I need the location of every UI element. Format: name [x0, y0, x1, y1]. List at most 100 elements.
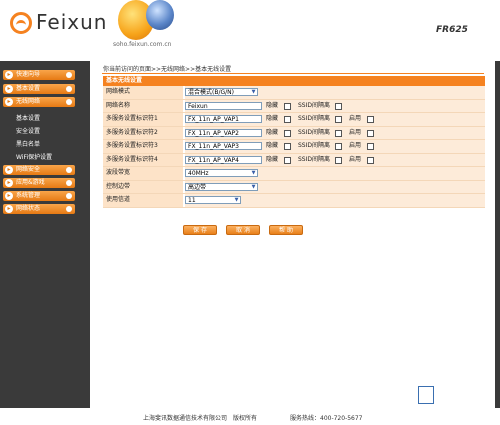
- sidebar-item-network-status[interactable]: ▸ 网络状态: [3, 204, 75, 214]
- hide-label: 隐藏: [266, 128, 279, 136]
- arrow-icon: ▸: [5, 192, 13, 200]
- divider: [102, 73, 484, 74]
- sidebar-item-apps-games[interactable]: ▸ 应用&游戏: [3, 178, 75, 188]
- sidebar-subitem-blacklist[interactable]: 黑白名单: [16, 139, 40, 148]
- vap4-input[interactable]: FX_11n_AP_VAP4: [185, 155, 262, 164]
- enable-label: 启用: [349, 155, 362, 163]
- circle-icon: [66, 167, 72, 173]
- vap3-input[interactable]: FX_11n_AP_VAP3: [185, 142, 262, 150]
- select-value: 混合模式(B/G/N): [188, 89, 234, 96]
- sidebar-subitem-wps[interactable]: WiFi保护设置: [16, 152, 52, 161]
- footer: 上海斐讯数据通信技术有限公司 版权所有 服务热线：400-720-5677: [0, 408, 500, 425]
- vap1-input[interactable]: FX_11n_AP_VAP1: [185, 115, 262, 123]
- chevron-down-icon: ▼: [233, 197, 240, 203]
- ssid-input[interactable]: Feixun: [185, 101, 262, 110]
- circle-icon: [66, 206, 72, 212]
- field-label: 使用信道: [103, 194, 183, 207]
- save-button[interactable]: 保 存: [183, 225, 217, 235]
- arrow-icon: ▸: [5, 179, 13, 187]
- row-bandwidth: 波段带宽 40MHz ▼: [103, 167, 485, 181]
- hide-checkbox[interactable]: [284, 129, 291, 137]
- enable-label: 启用: [349, 115, 362, 122]
- hide-checkbox[interactable]: [284, 116, 291, 123]
- sidebar-item-network-security[interactable]: ▸ 网络安全: [3, 165, 75, 175]
- cancel-button[interactable]: 取 消: [226, 225, 260, 235]
- hide-checkbox[interactable]: [284, 102, 291, 110]
- sidebar-item-label: 快速向导: [16, 71, 41, 78]
- arrow-icon: ▸: [5, 205, 13, 213]
- network-mode-select[interactable]: 混合模式(B/G/N) ▼: [185, 88, 258, 96]
- enable-checkbox[interactable]: [367, 129, 374, 137]
- field-value-cell: 高边带 ▼: [185, 180, 485, 193]
- chevron-down-icon: ▼: [250, 183, 257, 190]
- feixun-logo-icon: [10, 12, 32, 34]
- sidebar-subitem-security[interactable]: 安全设置: [16, 126, 40, 135]
- sidebar-item-wireless[interactable]: ▸ 无线网络: [3, 97, 75, 107]
- isolate-label: SSID间隔离: [298, 128, 331, 136]
- enable-label: 启用: [349, 128, 362, 136]
- sidebar: ▸ 快速向导 ▸ 基本设置 ▸ 无线网络 基本设置 安全设置 黑白名单 WiFi…: [0, 61, 78, 408]
- footer-hotline: 服务热线：400-720-5677: [290, 415, 363, 422]
- field-label: 多服务设置标识符4: [103, 153, 183, 166]
- footer-rights: 版权所有: [233, 415, 258, 422]
- panel-title: 基本无线设置: [103, 76, 485, 86]
- enable-label: 启用: [349, 142, 362, 149]
- isolate-checkbox[interactable]: [335, 143, 342, 150]
- isolate-checkbox[interactable]: [335, 129, 342, 137]
- site-url: soho.feixun.com.cn: [113, 41, 172, 48]
- watermark-line2: zol.com.cn: [438, 395, 486, 404]
- enable-checkbox[interactable]: [367, 143, 374, 150]
- help-button[interactable]: 帮 助: [269, 225, 303, 235]
- wireless-settings-panel: 基本无线设置 网络模式 混合模式(B/G/N) ▼ 网络名称 Feixun 隐藏…: [103, 76, 485, 208]
- circle-icon: [66, 86, 72, 92]
- hide-label: 隐藏: [266, 155, 279, 163]
- field-value-cell: FX_11n_AP_VAP4 隐藏 SSID间隔离 启用: [185, 153, 485, 166]
- isolate-checkbox[interactable]: [335, 116, 342, 123]
- row-vap3: 多服务设置标识符3 FX_11n_AP_VAP3 隐藏 SSID间隔离 启用: [103, 140, 485, 154]
- zol-watermark: 中关村在线 zol.com.cn: [418, 386, 494, 408]
- chevron-down-icon: ▼: [250, 89, 257, 95]
- arrow-icon: ▸: [5, 166, 13, 174]
- arrow-icon: ▸: [5, 71, 13, 79]
- sidebar-subitem-basic[interactable]: 基本设置: [16, 113, 40, 122]
- hide-label: 隐藏: [266, 115, 279, 122]
- select-value: 高边带: [188, 183, 207, 191]
- brand-logo-text: Feixun: [36, 10, 108, 34]
- zol-logo-icon: [418, 386, 434, 404]
- field-label: 多服务设置标识符2: [103, 126, 183, 139]
- bandwidth-select[interactable]: 40MHz ▼: [185, 169, 258, 177]
- isolate-checkbox[interactable]: [335, 102, 342, 110]
- sidebar-item-system-admin[interactable]: ▸ 系统管理: [3, 191, 75, 201]
- arrow-icon: ▸: [5, 98, 13, 106]
- enable-checkbox[interactable]: [367, 116, 374, 123]
- sidebar-item-quick-wizard[interactable]: ▸ 快速向导: [3, 70, 75, 80]
- isolate-label: SSID间隔离: [298, 155, 331, 163]
- sidebar-item-label: 网络安全: [16, 166, 41, 173]
- vap2-input[interactable]: FX_11n_AP_VAP2: [185, 128, 262, 137]
- sidebar-item-label: 网络状态: [16, 205, 41, 212]
- hide-checkbox[interactable]: [284, 143, 291, 150]
- sideband-select[interactable]: 高边带 ▼: [185, 182, 258, 191]
- field-value-cell: 混合模式(B/G/N) ▼: [185, 86, 485, 99]
- field-label: 波段带宽: [103, 167, 183, 180]
- field-value-cell: FX_11n_AP_VAP2 隐藏 SSID间隔离 启用: [185, 126, 485, 139]
- field-value-cell: Feixun 隐藏 SSID间隔离: [185, 99, 485, 112]
- field-value-cell: FX_11n_AP_VAP1 隐藏 SSID间隔离 启用: [185, 113, 485, 126]
- isolate-checkbox[interactable]: [335, 156, 342, 164]
- channel-select[interactable]: 11 ▼: [185, 196, 241, 204]
- enable-checkbox[interactable]: [367, 156, 374, 164]
- sidebar-item-label: 基本设置: [16, 85, 41, 92]
- row-ssid: 网络名称 Feixun 隐藏 SSID间隔离: [103, 99, 485, 113]
- sidebar-item-label: 应用&游戏: [16, 179, 45, 186]
- sidebar-item-basic-settings[interactable]: ▸ 基本设置: [3, 84, 75, 94]
- circle-icon: [66, 99, 72, 105]
- main-content: 你当前访问的页面>>无线网络>>基本无线设置 基本无线设置 网络模式 混合模式(…: [90, 61, 495, 408]
- field-value-cell: 40MHz ▼: [185, 167, 485, 180]
- isolate-label: SSID间隔离: [298, 115, 331, 122]
- row-network-mode: 网络模式 混合模式(B/G/N) ▼: [103, 86, 485, 100]
- circle-icon: [66, 193, 72, 199]
- hide-label: 隐藏: [266, 142, 279, 149]
- field-label: 多服务设置标识符3: [103, 140, 183, 153]
- circle-icon: [66, 72, 72, 78]
- hide-checkbox[interactable]: [284, 156, 291, 164]
